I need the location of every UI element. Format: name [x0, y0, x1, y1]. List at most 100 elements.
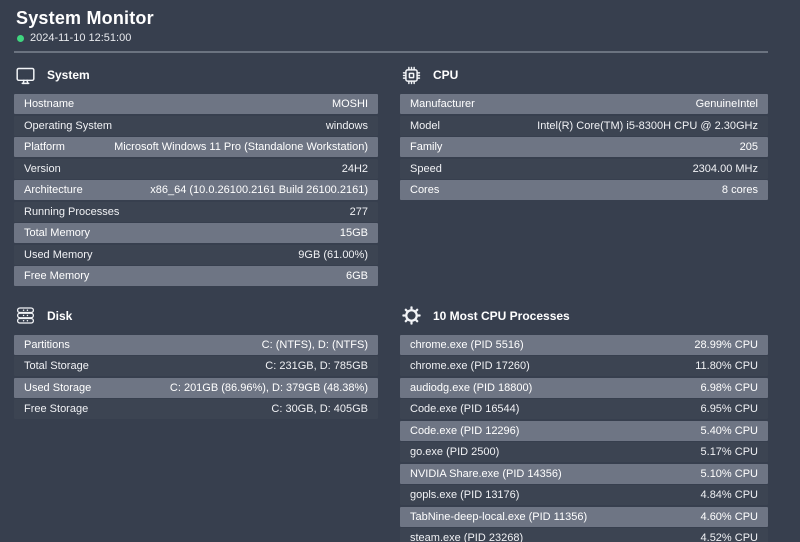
table-row: steam.exe (PID 23268) 4.52% CPU — [400, 528, 768, 542]
row-value: C: 201GB (86.96%), D: 379GB (48.38%) — [170, 382, 368, 394]
row-value: 4.52% CPU — [701, 532, 758, 542]
table-row: Free Storage C: 30GB, D: 405GB — [14, 399, 378, 419]
row-value: MOSHI — [332, 98, 368, 110]
row-value: 6.98% CPU — [701, 382, 758, 394]
table-row: Code.exe (PID 12296) 5.40% CPU — [400, 421, 768, 441]
section-system-header: System — [15, 63, 378, 87]
row-value: 5.10% CPU — [701, 468, 758, 480]
row-label: Free Storage — [24, 403, 88, 415]
row-value: x86_64 (10.0.26100.2161 Build 26100.2161… — [150, 184, 368, 196]
row-value: 15GB — [340, 227, 368, 239]
row-label: steam.exe (PID 23268) — [410, 532, 523, 542]
table-row: ManufacturerGenuineIntel — [400, 94, 768, 114]
table-row: go.exe (PID 2500) 5.17% CPU — [400, 442, 768, 462]
table-row: TabNine-deep-local.exe (PID 11356) 4.60% … — [400, 507, 768, 527]
table-row: Code.exe (PID 16544) 6.95% CPU — [400, 399, 768, 419]
row-label: Used Memory — [24, 249, 92, 261]
status-dot-icon — [17, 35, 24, 42]
table-row: Family 205 — [400, 137, 768, 157]
row-value: 24H2 — [342, 163, 368, 175]
section-processes-header: 10 Most CPU Processes — [401, 304, 768, 328]
table-row: ModelIntel(R) Core(TM) i5-8300H CPU @ 2.… — [400, 116, 768, 136]
row-value: C: 30GB, D: 405GB — [271, 403, 368, 415]
row-value: 2304.00 MHz — [693, 163, 758, 175]
section-disk: Disk Partitions C: (NTFS), D: (NTFS) Total… — [14, 302, 378, 421]
row-value: 5.40% CPU — [701, 425, 758, 437]
row-label: Family — [410, 141, 442, 153]
timestamp-row: 2024-11-10 12:51:00 — [16, 32, 800, 44]
section-cpu-header: CPU — [401, 63, 768, 87]
row-label: Platform — [24, 141, 65, 153]
row-value: 4.60% CPU — [701, 511, 758, 523]
row-value: GenuineIntel — [696, 98, 758, 110]
section-processes: 10 Most CPU Processes chrome.exe (PID 55… — [400, 302, 768, 542]
row-label: Code.exe (PID 12296) — [410, 425, 519, 437]
row-label: Code.exe (PID 16544) — [410, 403, 519, 415]
row-value: 5.17% CPU — [701, 446, 758, 458]
row-label: Partitions — [24, 339, 70, 351]
row-label: Architecture — [24, 184, 83, 196]
table-row: Running Processes 277 — [14, 202, 378, 222]
disk-icon — [15, 305, 36, 326]
table-row: chrome.exe (PID 17260) 11.80% CPU — [400, 356, 768, 376]
table-row: Used Storage C: 201GB (86.96%), D: 379GB … — [14, 378, 378, 398]
row-value: C: 231GB, D: 785GB — [265, 360, 368, 372]
row-value: 8 cores — [722, 184, 758, 196]
row-value: 6.95% CPU — [701, 403, 758, 415]
row-label: Hostname — [24, 98, 74, 110]
row-label: Running Processes — [24, 206, 119, 218]
page-title: System Monitor — [16, 8, 800, 29]
section-system: System Hostname MOSHI Operating System wind… — [14, 61, 378, 288]
table-row: Partitions C: (NTFS), D: (NTFS) — [14, 335, 378, 355]
processes-table: chrome.exe (PID 5516)28.99% CPUchrome.ex… — [400, 335, 768, 542]
row-label: Speed — [410, 163, 442, 175]
header-divider — [14, 51, 768, 53]
row-value: 11.80% CPU — [695, 360, 758, 372]
cpu-icon — [401, 65, 422, 86]
system-monitor-app: System Monitor 2024-11-10 12:51:00 Syste… — [0, 0, 800, 542]
table-row: Cores8 cores — [400, 180, 768, 200]
row-value: 277 — [350, 206, 368, 218]
table-row: Operating System windows — [14, 116, 378, 136]
section-cpu: CPU ManufacturerGenuineIntelModelIntel(R… — [400, 61, 768, 202]
table-row: NVIDIA Share.exe (PID 14356) 5.10% CPU — [400, 464, 768, 484]
row-label: chrome.exe (PID 17260) — [410, 360, 530, 372]
table-row: chrome.exe (PID 5516)28.99% CPU — [400, 335, 768, 355]
table-row: Version 24H2 — [14, 159, 378, 179]
system-table: Hostname MOSHI Operating System windows Plat… — [14, 94, 378, 288]
row-label: NVIDIA Share.exe (PID 14356) — [410, 468, 562, 480]
table-row: Architecture x86_64 (10.0.26100.2161 Buil… — [14, 180, 378, 200]
row-value: 28.99% CPU — [694, 339, 758, 351]
row-label: gopls.exe (PID 13176) — [410, 489, 519, 501]
row-label: Version — [24, 163, 61, 175]
row-label: Used Storage — [24, 382, 91, 394]
row-label: Operating System — [24, 120, 112, 132]
section-label: Disk — [47, 309, 72, 323]
table-row: audiodg.exe (PID 18800) 6.98% CPU — [400, 378, 768, 398]
row-value: windows — [326, 120, 368, 132]
row-value: C: (NTFS), D: (NTFS) — [262, 339, 368, 351]
row-value: 4.84% CPU — [701, 489, 758, 501]
section-label: CPU — [433, 68, 458, 82]
row-value: 205 — [740, 141, 758, 153]
sections-grid: System Hostname MOSHI Operating System wind… — [14, 61, 768, 542]
table-row: Hostname MOSHI — [14, 94, 378, 114]
monitor-icon — [15, 65, 36, 86]
row-value: Microsoft Windows 11 Pro (Standalone Wor… — [114, 141, 368, 153]
gear-icon — [401, 305, 422, 326]
row-value: Intel(R) Core(TM) i5-8300H CPU @ 2.30GHz — [537, 120, 758, 132]
disk-table: Partitions C: (NTFS), D: (NTFS) Total Stor… — [14, 335, 378, 421]
table-row: gopls.exe (PID 13176) 4.84% CPU — [400, 485, 768, 505]
row-value: 9GB (61.00%) — [298, 249, 368, 261]
section-label: 10 Most CPU Processes — [433, 309, 570, 323]
table-row: Total Storage C: 231GB, D: 785GB — [14, 356, 378, 376]
row-label: TabNine-deep-local.exe (PID 11356) — [410, 511, 587, 523]
cpu-table: ManufacturerGenuineIntelModelIntel(R) Co… — [400, 94, 768, 202]
table-row: Total Memory15GB — [14, 223, 378, 243]
row-label: audiodg.exe (PID 18800) — [410, 382, 532, 394]
table-row: Free Memory 6GB — [14, 266, 378, 286]
row-label: go.exe (PID 2500) — [410, 446, 499, 458]
row-label: Total Storage — [24, 360, 89, 372]
row-label: Free Memory — [24, 270, 89, 282]
row-value: 6GB — [346, 270, 368, 282]
